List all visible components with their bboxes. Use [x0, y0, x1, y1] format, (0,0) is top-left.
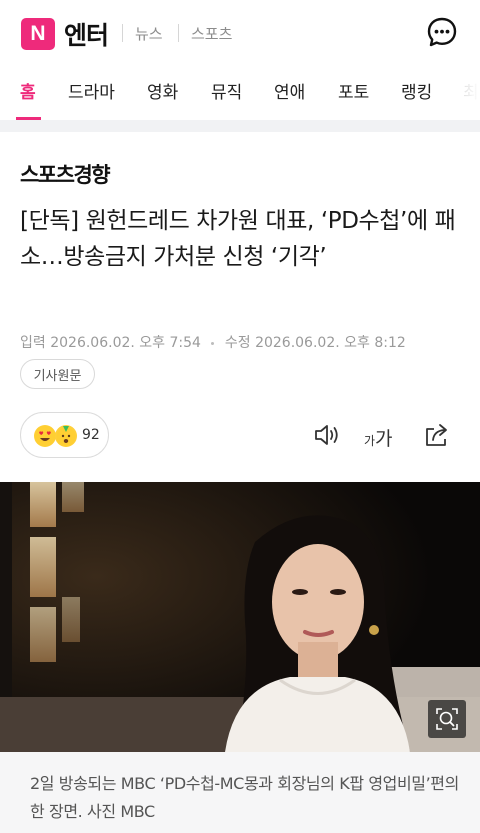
press-logo[interactable]: 스포츠경향	[20, 159, 111, 189]
tab-photo[interactable]: 포토	[338, 78, 369, 103]
reaction-count: 92	[82, 427, 100, 443]
tab-ranking[interactable]: 랭킹	[401, 78, 432, 103]
tab-movie[interactable]: 영화	[147, 78, 178, 103]
tab-love[interactable]: 연애	[274, 78, 305, 103]
chat-icon[interactable]	[426, 16, 458, 48]
speaker-icon[interactable]	[312, 420, 342, 450]
font-large-glyph: 가	[375, 428, 393, 450]
section-title[interactable]: 엔터	[64, 16, 109, 52]
font-small-glyph: 가	[364, 434, 376, 448]
article-photo[interactable]	[0, 482, 480, 752]
party-emoji-icon	[55, 425, 77, 447]
section-divider	[0, 120, 480, 132]
modified-time: 2026.06.02. 오후 8:12	[255, 335, 406, 351]
meta-separator	[211, 341, 215, 345]
article-headline: [단독] 원헌드레드 차가원 대표, ‘PD수첩’에 패소…방송금지 가처분 신…	[20, 208, 456, 270]
divider	[122, 24, 123, 42]
input-label: 입력	[20, 335, 46, 351]
tab-drama[interactable]: 드라마	[68, 78, 115, 103]
zoom-icon[interactable]	[428, 700, 466, 738]
font-size-icon[interactable]: 가가	[364, 424, 393, 451]
input-time: 2026.06.02. 오후 7:54	[50, 335, 201, 351]
tab-home[interactable]: 홈	[20, 78, 36, 103]
photo-caption-box: 2일 방송되는 MBC ‘PD수첩-MC몽과 회장님의 K팝 영업비밀’편의 한…	[0, 752, 480, 833]
naver-logo[interactable]: N	[21, 18, 55, 50]
link-news[interactable]: 뉴스	[135, 23, 163, 44]
original-article-button[interactable]: 기사원문	[20, 359, 95, 389]
article-timestamps: 입력 2026.06.02. 오후 7:54 수정 2026.06.02. 오후…	[20, 332, 406, 352]
heart-eyes-emoji-icon	[34, 425, 56, 447]
tab-music[interactable]: 뮤직	[211, 78, 242, 103]
category-tabs: 홈 드라마 영화 뮤직 연애 포토 랭킹 최	[0, 66, 480, 120]
modified-label: 수정	[224, 335, 251, 351]
divider	[178, 24, 179, 42]
photo-caption: 2일 방송되는 MBC ‘PD수첩-MC몽과 회장님의 K팝 영업비밀’편의 한…	[30, 774, 459, 821]
share-icon[interactable]	[422, 420, 452, 450]
link-sports[interactable]: 스포츠	[191, 23, 232, 44]
tabs-fade	[440, 66, 480, 120]
top-bar: N 엔터 뉴스 스포츠	[0, 0, 480, 66]
reaction-button[interactable]: 92	[20, 412, 109, 458]
